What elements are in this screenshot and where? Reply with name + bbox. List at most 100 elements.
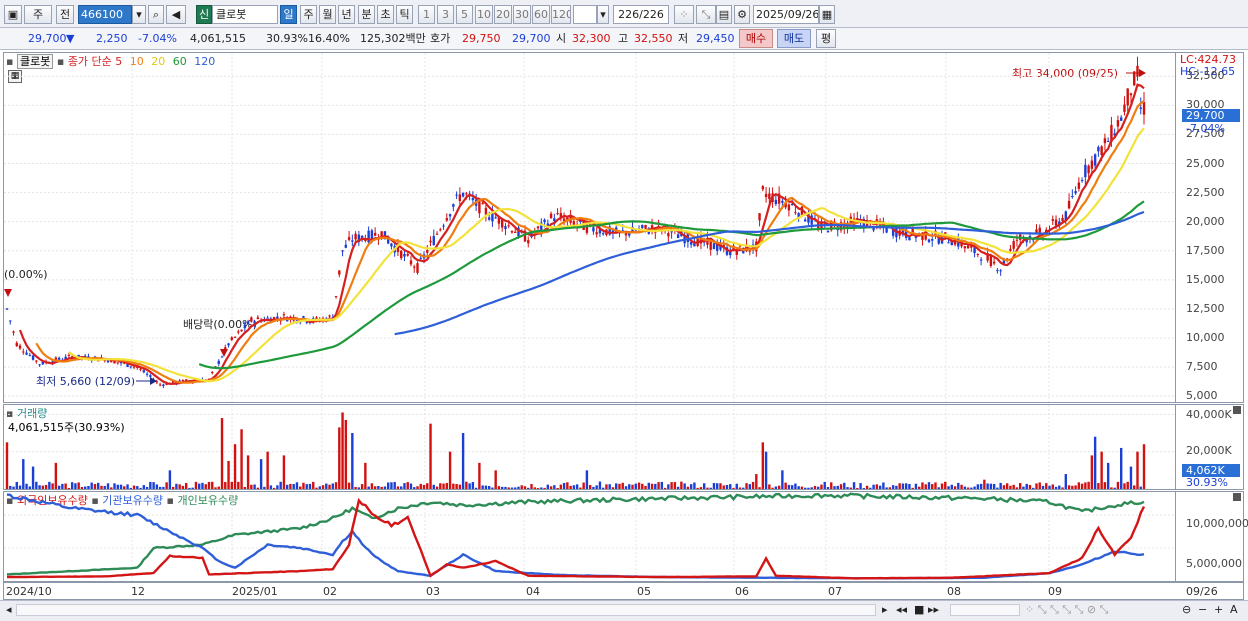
candle: [712, 243, 716, 250]
volume-bar: [129, 487, 132, 489]
candle: [5, 308, 9, 310]
interval-120[interactable]: 120: [551, 5, 571, 24]
volume-bar: [924, 484, 927, 489]
custom-interval-input[interactable]: [573, 5, 597, 24]
volume-bar: [178, 484, 181, 489]
volume-bar: [843, 482, 846, 489]
volume-bar: [608, 484, 611, 489]
period-week[interactable]: 주: [300, 5, 317, 24]
price-tick-label: 32,500: [1186, 69, 1225, 83]
candle: [628, 233, 631, 236]
volume-bar: [116, 484, 119, 489]
volume-bar: [510, 487, 514, 489]
candle: [601, 233, 605, 235]
tools-icons[interactable]: ⁘ ⤡ ⤡ ⤡ ⤡ ⊘ ⤡: [1025, 603, 1108, 617]
volume-bar: [168, 470, 172, 489]
candle: [1097, 146, 1100, 152]
interval-3[interactable]: 3: [437, 5, 454, 24]
flat-button[interactable]: 평: [816, 29, 836, 48]
text-size-icon[interactable]: A: [1230, 603, 1238, 616]
interval-60[interactable]: 60: [532, 5, 550, 24]
interval-1[interactable]: 1: [418, 5, 435, 24]
toolbar: ▣ 주 전 466100 ▾ ⌕ ◀ 신 클로봇 일 주 월 년 분 초 틱 1…: [0, 0, 1248, 28]
candle: [510, 231, 514, 233]
volume-bar: [644, 485, 647, 489]
mode-select[interactable]: 주: [24, 5, 52, 24]
volume-bar: [774, 486, 778, 489]
interval-5[interactable]: 5: [456, 5, 473, 24]
speaker-icon[interactable]: ◀: [166, 5, 186, 24]
volume-bar: [370, 483, 374, 489]
close-icon[interactable]: [1233, 493, 1241, 501]
draw-icon[interactable]: ⤡: [696, 5, 716, 24]
period-month[interactable]: 월: [319, 5, 336, 24]
candle: [1100, 146, 1103, 155]
interval-30[interactable]: 30: [513, 5, 531, 24]
volume-bar: [487, 486, 491, 489]
forward-icon[interactable]: ▸▸: [928, 603, 939, 616]
sell-button[interactable]: 매도: [777, 29, 811, 48]
gear-icon[interactable]: ⚙: [734, 5, 750, 24]
chevron-down-icon[interactable]: ▾: [132, 5, 146, 24]
period-year[interactable]: 년: [338, 5, 355, 24]
volume-bar: [198, 483, 201, 489]
volume-bar: [976, 484, 980, 489]
candle: [230, 337, 233, 340]
volume-bar: [1041, 485, 1045, 489]
speed-slider[interactable]: [950, 604, 1020, 616]
volume-bar: [611, 487, 615, 489]
search-icon[interactable]: ⌕: [148, 5, 164, 24]
volume-bar: [142, 485, 146, 489]
candle: [794, 212, 797, 214]
scroll-left-icon[interactable]: ◂: [6, 603, 12, 616]
chevron-down-icon[interactable]: ▾: [597, 5, 609, 24]
interval-10[interactable]: 10: [475, 5, 493, 24]
interval-20[interactable]: 20: [494, 5, 512, 24]
zoom-out-icon[interactable]: ⊖: [1182, 603, 1191, 616]
close-icon[interactable]: [1233, 406, 1241, 414]
volume-bar: [944, 481, 947, 489]
period-tick[interactable]: 틱: [396, 5, 413, 24]
volume-bar: [764, 451, 768, 489]
volume-bar: [771, 487, 774, 489]
candle: [256, 317, 260, 320]
period-day[interactable]: 일: [280, 5, 297, 24]
volume-bar: [836, 485, 839, 489]
prev-button[interactable]: 전: [56, 5, 74, 24]
candle: [344, 244, 348, 248]
date-input[interactable]: 2025/09/26: [753, 5, 819, 24]
dots-icon[interactable]: ⁘: [674, 5, 694, 24]
candle: [527, 240, 530, 244]
count-field[interactable]: 226/226: [613, 5, 669, 24]
stop-icon[interactable]: ■: [914, 603, 924, 616]
volume-bar: [132, 485, 136, 489]
plus-icon[interactable]: +: [1214, 603, 1223, 616]
volume-bar: [1087, 481, 1090, 489]
save-icon[interactable]: ▤: [716, 5, 732, 24]
volume-bar: [491, 487, 494, 489]
volume-bar: [44, 484, 48, 489]
minus-icon[interactable]: −: [1198, 603, 1207, 616]
volume-bar: [722, 485, 725, 489]
horizontal-scrollbar[interactable]: [16, 604, 876, 616]
buy-button[interactable]: 매수: [739, 29, 773, 48]
volume-bar: [201, 482, 204, 489]
candle: [764, 193, 768, 198]
volume-bar: [657, 482, 660, 489]
volume-bar: [367, 486, 370, 489]
candle: [1080, 180, 1084, 182]
candle: [142, 370, 146, 373]
period-second[interactable]: 초: [377, 5, 394, 24]
volume-bar: [504, 486, 507, 489]
rewind-icon[interactable]: ◂◂: [896, 603, 907, 616]
volume-bar: [276, 485, 279, 489]
period-minute[interactable]: 분: [358, 5, 375, 24]
volume-bar: [755, 474, 758, 489]
stock-code-input[interactable]: 466100: [78, 5, 132, 24]
volume-bar: [214, 487, 217, 489]
calendar-icon[interactable]: ▦: [819, 5, 835, 24]
volume-bar: [295, 482, 299, 489]
candle: [1035, 229, 1038, 233]
window-icon[interactable]: ▣: [4, 5, 22, 24]
play-icon[interactable]: ▸: [882, 603, 888, 616]
